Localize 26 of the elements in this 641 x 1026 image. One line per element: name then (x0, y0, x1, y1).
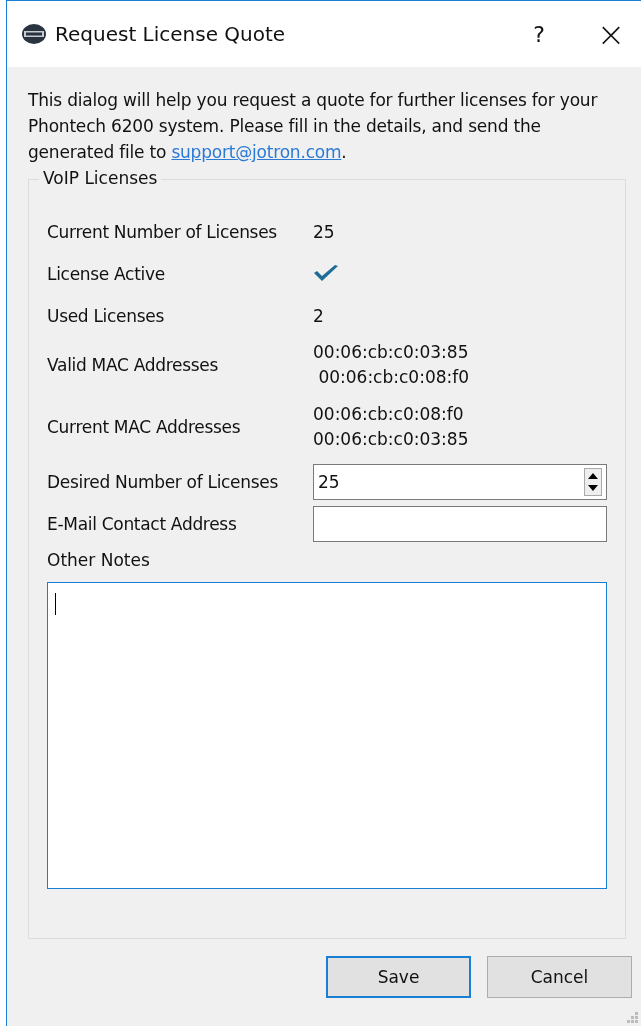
mac-address: 00:06:cb:c0:03:85 (313, 428, 469, 451)
spin-arrows-icon[interactable] (584, 468, 602, 496)
number-spinbox[interactable]: 25 (313, 464, 607, 500)
field-label: Current Number of Licenses (47, 221, 278, 244)
window-title: Request License Quote (55, 22, 287, 46)
email-link[interactable]: support@jotron.com (171, 142, 342, 162)
email-input-field[interactable] (313, 506, 607, 542)
help-button[interactable]: ? (509, 21, 569, 47)
mac-address: 00:06:cb:c0:08:f0 (313, 403, 465, 426)
save-button[interactable]: Save (326, 956, 471, 998)
field-label: License Active (47, 263, 166, 286)
field-label: E-Mail Contact Address (47, 513, 238, 536)
cancel-button[interactable]: Cancel (487, 956, 632, 998)
app-logo-icon (21, 23, 47, 45)
mac-address: 00:06:cb:c0:08:f0 (317, 366, 470, 389)
notes-label: Other Notes (47, 550, 151, 570)
field-label: Used Licenses (47, 305, 165, 328)
resize-grip-icon[interactable] (625, 1010, 639, 1024)
field-value: 2 (313, 306, 324, 326)
mac-address: 00:06:cb:c0:03:85 (313, 341, 470, 364)
field-label: Current MAC Addresses (47, 416, 242, 439)
intro-text: This dialog will help you request a quote for further licenses for your Phontech 6200 system. Please fill in the details, and send the generated file to support@jotron.com. (28, 89, 599, 164)
close-button[interactable]: × (581, 14, 641, 54)
field-value: 25 (313, 222, 335, 242)
field-label: Valid MAC Addresses (47, 354, 219, 377)
field-label: Desired Number of Licenses (47, 471, 280, 494)
